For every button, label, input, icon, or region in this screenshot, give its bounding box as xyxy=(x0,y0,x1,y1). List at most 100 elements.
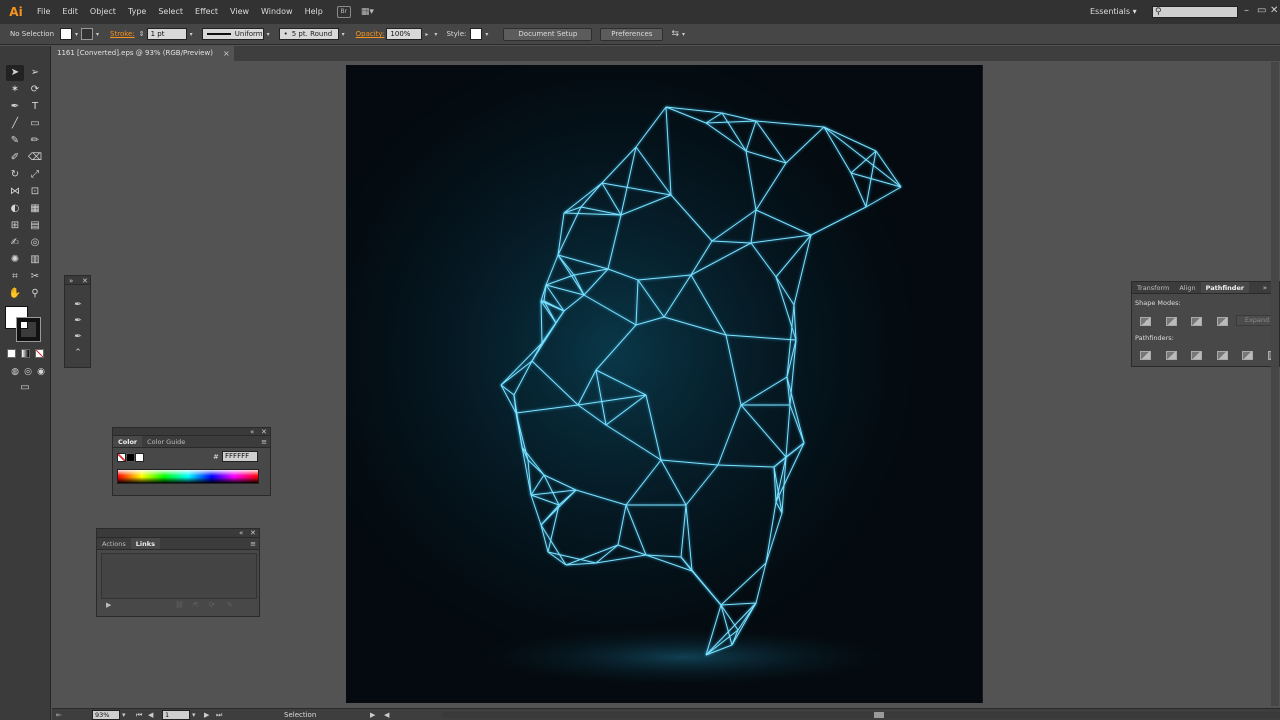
gradient-mode-button[interactable] xyxy=(21,349,30,358)
minimize-button[interactable]: – xyxy=(1244,4,1249,18)
close-icon[interactable]: ✕ xyxy=(250,529,256,538)
workspace-switcher[interactable]: Essentials ▾ xyxy=(1090,0,1137,24)
minus-front-icon[interactable] xyxy=(1165,317,1177,326)
last-artboard-icon[interactable]: ⏭ xyxy=(216,709,222,720)
anchor-point-tool-icon[interactable]: ⌃ xyxy=(71,346,85,360)
chevron-down-icon[interactable]: ▾ xyxy=(485,31,488,38)
chevron-down-icon[interactable]: ▾ xyxy=(190,31,193,38)
column-graph-tool-icon[interactable]: ▥ xyxy=(26,252,44,268)
menu-view[interactable]: View xyxy=(224,0,255,24)
relink-icon[interactable]: ⛓ xyxy=(175,601,184,609)
pencil-tool-icon[interactable]: ✏ xyxy=(26,133,44,149)
first-artboard-icon[interactable]: ⏮ xyxy=(136,709,142,720)
black-swatch[interactable] xyxy=(126,453,135,462)
status-menu-icon[interactable]: ▶ xyxy=(370,709,375,720)
draw-inside-icon[interactable]: ◉ xyxy=(32,364,50,380)
menu-type[interactable]: Type xyxy=(122,0,152,24)
chevron-down-icon[interactable]: ▾ xyxy=(122,709,126,720)
blob-brush-tool-icon[interactable]: ✐ xyxy=(6,150,24,166)
menu-edit[interactable]: Edit xyxy=(56,0,84,24)
eraser-tool-icon[interactable]: ⌫ xyxy=(26,150,44,166)
merge-icon[interactable] xyxy=(1191,351,1202,360)
tab-color-guide[interactable]: Color Guide xyxy=(142,436,190,447)
close-window-button[interactable]: ✕ xyxy=(1270,4,1278,18)
blend-tool-icon[interactable]: ◎ xyxy=(26,235,44,251)
delete-anchor-point-tool-icon[interactable]: ✒ xyxy=(71,330,85,344)
document-tab[interactable]: 1161 [Converted].eps @ 93% (RGB/Preview) xyxy=(52,46,234,61)
zoom-tool-icon[interactable]: ⚲ xyxy=(26,286,44,302)
bridge-button[interactable]: Br xyxy=(336,6,351,18)
tab-actions[interactable]: Actions xyxy=(97,538,131,549)
none-mode-button[interactable] xyxy=(35,349,44,358)
divide-icon[interactable] xyxy=(1140,351,1151,360)
tab-pathfinder[interactable]: Pathfinder xyxy=(1200,282,1250,293)
arrange-icon[interactable]: ⇆ xyxy=(671,29,679,39)
chevron-down-icon[interactable]: ▾ xyxy=(267,31,270,38)
menu-window[interactable]: Window xyxy=(255,0,299,24)
artboard-tool-icon[interactable]: ⌗ xyxy=(6,269,24,285)
graphic-style-swatch[interactable] xyxy=(470,28,483,40)
stroke-color-box[interactable] xyxy=(16,317,41,342)
close-icon[interactable]: ✕ xyxy=(82,276,88,286)
color-mode-button[interactable] xyxy=(7,349,16,358)
chevron-down-icon[interactable]: ▾ xyxy=(96,31,99,38)
collapse-icon[interactable]: ⇤ xyxy=(56,709,62,720)
tab-align[interactable]: Align xyxy=(1174,282,1200,293)
rotate-tool-icon[interactable]: ↻ xyxy=(6,167,24,183)
color-spectrum-bar[interactable] xyxy=(117,469,259,484)
white-swatch[interactable] xyxy=(135,453,144,462)
paintbrush-tool-icon[interactable]: ✎ xyxy=(6,133,24,149)
prev-artboard-icon[interactable]: ◀ xyxy=(148,709,153,720)
collapse-icon[interactable]: « xyxy=(250,428,254,436)
update-link-icon[interactable]: ⟳ xyxy=(209,601,215,609)
links-list[interactable] xyxy=(101,553,257,599)
intersect-icon[interactable] xyxy=(1191,317,1202,326)
chevron-down-icon[interactable]: ▸ xyxy=(425,31,428,38)
arrange-documents-icon[interactable]: ▦▾ xyxy=(361,6,379,18)
free-transform-tool-icon[interactable]: ⊡ xyxy=(26,184,44,200)
pen-tool-icon[interactable]: ✒ xyxy=(71,298,85,312)
width-tool-icon[interactable]: ⋈ xyxy=(6,184,24,200)
pen-tool-icon[interactable]: ✒ xyxy=(6,99,24,115)
direct-selection-tool-icon[interactable]: ➢ xyxy=(26,65,44,81)
document-setup-button[interactable]: Document Setup xyxy=(503,27,593,41)
trim-icon[interactable] xyxy=(1165,351,1177,360)
unite-icon[interactable] xyxy=(1140,317,1151,326)
menu-file[interactable]: File xyxy=(31,0,56,24)
lasso-tool-icon[interactable]: ⟳ xyxy=(26,82,44,98)
close-icon[interactable]: ✕ xyxy=(261,428,267,436)
opacity-field[interactable]: 100% xyxy=(386,28,423,40)
panel-menu-icon[interactable]: ≡ xyxy=(261,436,267,448)
mesh-tool-icon[interactable]: ⊞ xyxy=(6,218,24,234)
play-icon[interactable]: ▶ xyxy=(106,601,111,609)
scroll-thumb[interactable] xyxy=(874,712,884,718)
chevron-down-icon[interactable]: ▾ xyxy=(342,31,345,38)
variable-width-profile[interactable]: Uniform xyxy=(201,28,264,40)
artboard[interactable] xyxy=(346,65,983,703)
collapse-icon[interactable]: » xyxy=(69,276,73,286)
panel-menu-icon[interactable]: ≡ xyxy=(250,538,256,550)
exclude-icon[interactable] xyxy=(1216,317,1228,326)
perspective-grid-tool-icon[interactable]: ▦ xyxy=(26,201,44,217)
menu-effect[interactable]: Effect xyxy=(189,0,224,24)
tab-links[interactable]: Links xyxy=(130,538,160,549)
scale-tool-icon[interactable]: ⤢ xyxy=(26,167,44,183)
type-tool-icon[interactable]: T xyxy=(26,99,44,115)
goto-link-icon[interactable]: ⇱ xyxy=(193,601,199,609)
preferences-button[interactable]: Preferences xyxy=(600,27,664,41)
chevron-down-icon[interactable]: ▾ xyxy=(434,31,437,38)
gradient-tool-icon[interactable]: ▤ xyxy=(26,218,44,234)
line-tool-icon[interactable]: ╱ xyxy=(6,116,24,132)
add-anchor-point-tool-icon[interactable]: ✒ xyxy=(71,314,85,328)
chevron-down-icon[interactable]: ▾ xyxy=(192,709,196,720)
search-input[interactable] xyxy=(1152,6,1238,18)
stroke-weight-field[interactable]: 1 pt xyxy=(146,28,187,40)
hand-tool-icon[interactable]: ✋ xyxy=(6,286,24,302)
vertical-scrollbar[interactable] xyxy=(1271,62,1279,706)
stroke-swatch[interactable] xyxy=(81,28,94,40)
menu-select[interactable]: Select xyxy=(152,0,189,24)
tab-color[interactable]: Color xyxy=(113,436,143,447)
next-artboard-icon[interactable]: ▶ xyxy=(204,709,209,720)
slice-tool-icon[interactable]: ✂ xyxy=(26,269,44,285)
collapse-icon[interactable]: » xyxy=(1263,282,1267,294)
